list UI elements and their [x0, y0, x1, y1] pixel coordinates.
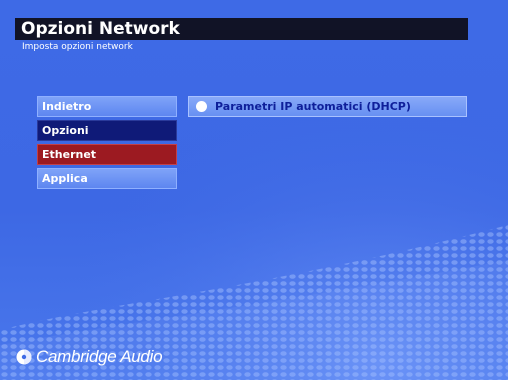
tv-screen: Opzioni Network Imposta opzioni network … — [0, 0, 508, 380]
cambridge-audio-logo-icon — [16, 349, 32, 365]
side-menu: Indietro Opzioni Ethernet Applica — [37, 96, 177, 192]
page-subtitle: Imposta opzioni network — [22, 42, 133, 52]
page-title: Opzioni Network — [21, 19, 180, 39]
menu-item-indietro[interactable]: Indietro — [37, 96, 177, 117]
menu-item-ethernet[interactable]: Ethernet — [37, 144, 177, 165]
brand-name: Cambridge Audio — [36, 347, 163, 366]
dhcp-option-label: Parametri IP automatici (DHCP) — [215, 100, 411, 113]
menu-item-applica[interactable]: Applica — [37, 168, 177, 189]
radio-button-icon[interactable] — [196, 101, 207, 112]
menu-item-opzioni[interactable]: Opzioni — [37, 120, 177, 141]
dhcp-option[interactable]: Parametri IP automatici (DHCP) — [188, 96, 467, 117]
